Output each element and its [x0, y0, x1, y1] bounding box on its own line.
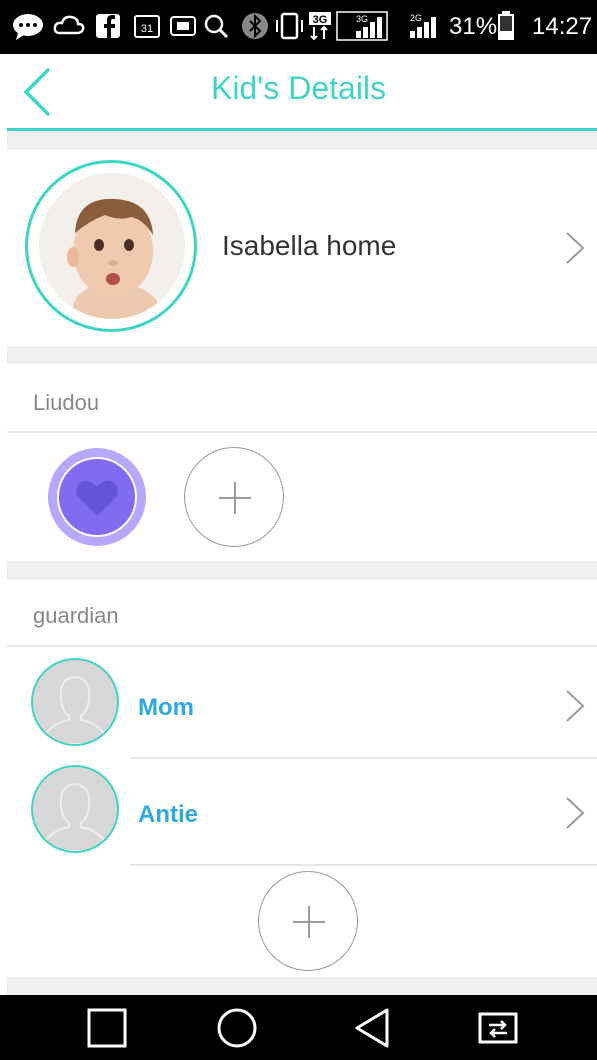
signal-icon: 3G	[336, 11, 388, 41]
guardian-name: Antie	[138, 801, 198, 828]
svg-text:2G: 2G	[410, 13, 422, 23]
section-gap	[7, 977, 597, 995]
plus-icon	[308, 906, 310, 938]
circle-icon	[217, 1008, 257, 1048]
chevron-right-icon	[566, 797, 585, 829]
square-icon	[87, 1008, 127, 1048]
battery-percent: 31%	[449, 13, 498, 40]
kid-name: Isabella home	[222, 230, 397, 261]
plus-icon	[234, 482, 236, 514]
svg-text:3G: 3G	[356, 14, 368, 24]
add-guardian-button[interactable]	[258, 871, 358, 971]
svg-text:3G: 3G	[313, 14, 328, 26]
sms-icon	[170, 16, 196, 36]
add-device-button[interactable]	[184, 447, 284, 547]
page-title: Kid's Details	[210, 70, 387, 106]
kid-avatar	[39, 173, 185, 319]
vibrate-icon	[276, 12, 303, 40]
guardian-row-mom[interactable]: Mom	[7, 652, 597, 760]
home-button[interactable]	[214, 1005, 260, 1051]
guardian-row-antie[interactable]: Antie	[7, 759, 597, 867]
status-time: 14:27	[532, 13, 593, 40]
facebook-icon	[96, 14, 120, 38]
guardian-name: Mom	[138, 694, 194, 721]
search-icon	[204, 14, 229, 39]
section-gap	[7, 131, 597, 150]
bluetooth-icon	[242, 13, 268, 39]
back-triangle-icon	[355, 1008, 389, 1048]
divider	[7, 431, 597, 433]
person-placeholder-icon	[39, 675, 111, 744]
battery-icon	[498, 11, 514, 40]
heart-icon	[76, 480, 118, 516]
header: Kid's Details	[0, 54, 597, 128]
kid-profile-row[interactable]: Isabella home	[7, 150, 597, 346]
chevron-right-icon	[566, 232, 585, 264]
svg-text:31: 31	[141, 23, 153, 35]
system-nav-bar	[0, 995, 597, 1060]
screen-switch-button[interactable]	[475, 1005, 521, 1051]
guardian-section-label: guardian	[33, 603, 119, 628]
guardian-avatar	[31, 765, 119, 853]
status-bar: 31 3G 3G 2G 31% 14:27	[0, 0, 597, 54]
baby-photo	[39, 173, 185, 319]
calendar-icon: 31	[134, 15, 160, 38]
messenger-icon	[13, 14, 43, 40]
cloud-icon	[53, 15, 85, 35]
guardian-avatar	[31, 658, 119, 746]
divider	[7, 645, 597, 647]
divider	[130, 864, 597, 866]
screen-switch-icon	[478, 1012, 518, 1044]
devices-section-label: Liudou	[33, 390, 100, 415]
recent-apps-button[interactable]	[84, 1005, 130, 1051]
signal-icon: 2G	[410, 13, 436, 38]
chevron-right-icon	[566, 690, 585, 722]
section-gap	[7, 346, 597, 364]
system-back-button[interactable]	[349, 1005, 395, 1051]
data-transfer-icon: 3G	[309, 12, 331, 41]
person-placeholder-icon	[39, 782, 111, 851]
section-gap	[7, 561, 597, 580]
